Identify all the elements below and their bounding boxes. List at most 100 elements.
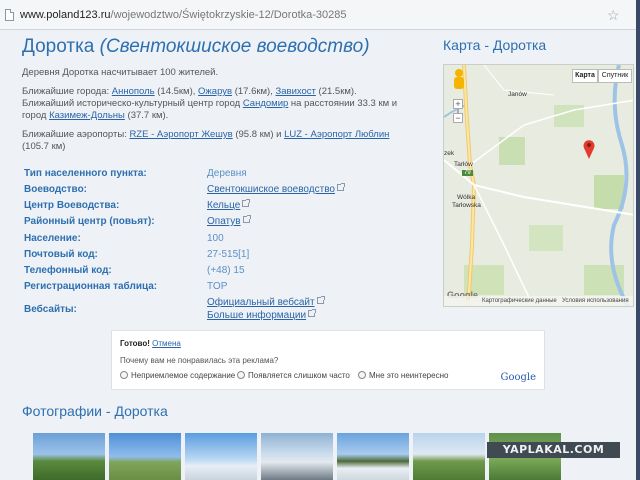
radio-button[interactable] (120, 371, 128, 379)
map-type-satellite-button[interactable]: Спутник (598, 69, 632, 83)
google-logo-text: Google (500, 372, 536, 383)
window-border-right (636, 30, 640, 480)
city2-distance: (17.6км), (232, 86, 276, 97)
photo-thumbnail[interactable] (261, 433, 333, 480)
fact-label-voivodeship: Воеводство: (24, 184, 88, 195)
ad-option-too-often[interactable]: Появляется слишком часто (237, 371, 350, 380)
airports-line2: (105.7 км) (22, 141, 66, 152)
fact-label-county: Районный центр (повьят): (24, 216, 155, 227)
fact-value-type: Деревня (207, 168, 247, 179)
page-title-name: Доротка (22, 36, 95, 57)
map-label-tarlowska: Tarłowska (452, 202, 481, 209)
fact-value-phone: (+48) 15 (207, 265, 245, 276)
city1-distance: (14.5км), (154, 86, 199, 97)
radio-button[interactable] (358, 371, 366, 379)
fact-label-type: Тип населенного пункта: (24, 168, 147, 179)
fact-label-plate: Регистрационная таблица: (24, 281, 158, 292)
external-link-icon (308, 309, 317, 317)
location-marker-icon[interactable] (583, 139, 595, 159)
window-border (636, 0, 640, 30)
cultural2-prefix: город (22, 110, 50, 121)
url-text[interactable]: www.poland123.ru/wojewodztwo/Świętokrzys… (20, 9, 347, 21)
radio-button[interactable] (237, 371, 245, 379)
county-link[interactable]: Опатув (207, 216, 241, 227)
watermark: YAPLAKAL.COM (487, 442, 620, 458)
pegman-icon[interactable] (452, 69, 466, 91)
page-title-region: (Свентокшиское воеводство) (99, 36, 370, 57)
page-title: Доротка (Свентокшиское воеводство) (22, 36, 370, 58)
more-info-link[interactable]: Больше информации (207, 310, 306, 321)
external-link-icon (336, 183, 345, 191)
city-link-annopol[interactable]: Аннополь (112, 86, 155, 97)
city-link-kazimierz[interactable]: Казимеж-Дольны (49, 110, 125, 121)
city-link-zavikhost[interactable]: Завихост (276, 86, 316, 97)
ad-done-label: Готово! (120, 339, 150, 348)
fact-value-postcode: 27-515[1] (207, 249, 250, 260)
fact-value-voivodeship: Свентокшиское воеводство (207, 183, 345, 195)
fact-label-postcode: Почтовый код: (24, 249, 98, 260)
map-canvas (444, 65, 633, 306)
map-label-zek: zek (444, 150, 455, 157)
city-link-ozharuv[interactable]: Ожарув (198, 86, 232, 97)
zoom-out-button[interactable]: − (453, 113, 463, 123)
cultural-prefix: Ближайший историческо-культурный центр г… (22, 98, 243, 109)
url-path: /wojewodztwo/Świętokrzyskie-12/Dorotka-3… (110, 9, 347, 21)
bookmark-star-icon[interactable]: ☆ (607, 7, 620, 24)
ad-option-inappropriate[interactable]: Неприемлемое содержание (120, 371, 235, 380)
map-widget[interactable]: + − Карта Спутник Janów zek Tarłów 79 Wó… (443, 64, 634, 307)
photos-title: Фотографии - Доротка (22, 403, 168, 419)
ad-option-label: Неприемлемое содержание (131, 371, 236, 380)
google-logo: Google (500, 372, 536, 383)
airport1-distance: (95.8 км) и (232, 129, 285, 140)
map-label-janow: Janów (508, 91, 527, 98)
airports-prefix: Ближайшие аэропорты: (22, 129, 130, 140)
nearby-prefix: Ближайшие города: (22, 86, 112, 97)
fact-label-population: Население: (24, 233, 81, 244)
photo-thumbnail[interactable] (185, 433, 257, 480)
airport-link-luz[interactable]: LUZ - Аэропорт Люблин (284, 129, 389, 140)
map-data-link[interactable]: Картографические данные (482, 296, 557, 306)
address-bar[interactable]: www.poland123.ru/wojewodztwo/Świętokrzys… (0, 0, 640, 30)
airport-link-rze[interactable]: RZE - Аэропорт Жешув (129, 129, 232, 140)
cultural2-suffix: (37.7 км). (124, 110, 169, 121)
voivodeship-link[interactable]: Свентокшиское воеводство (207, 184, 335, 195)
fact-value-center: Кельце (207, 199, 251, 211)
fact-label-websites: Вебсайты: (24, 304, 77, 315)
external-link-icon (242, 215, 251, 223)
page-icon (5, 9, 14, 21)
map-type-map-button[interactable]: Карта (572, 69, 598, 83)
map-terms-link[interactable]: Условия использования (562, 296, 629, 306)
url-domain: www.poland123.ru (20, 9, 111, 21)
ad-option-label: Мне это неинтересно (369, 371, 449, 380)
fact-value-county: Опатув (207, 215, 251, 227)
photo-thumbnail[interactable] (109, 433, 181, 480)
ad-feedback-box: Готово! Отмена Почему вам не понравилась… (111, 330, 545, 390)
fact-value-website-official: Официальный вебсайт (207, 296, 325, 308)
photo-thumbnail[interactable] (33, 433, 105, 480)
ad-cancel-link[interactable]: Отмена (152, 339, 181, 348)
ad-option-label: Появляется слишком часто (248, 371, 350, 380)
map-title: Карта - Доротка (443, 37, 547, 53)
external-link-icon (316, 296, 325, 304)
photo-thumbnail[interactable] (413, 433, 485, 480)
official-website-link[interactable]: Официальный вебсайт (207, 297, 315, 308)
map-label-wolka: Wólka (457, 194, 476, 201)
ad-done-row: Готово! Отмена (120, 339, 181, 348)
fact-value-population: 100 (207, 233, 224, 244)
ad-option-not-interested[interactable]: Мне это неинтересно (358, 371, 448, 380)
intro-text: Деревня Доротка насчитывает 100 жителей. (22, 67, 219, 78)
cultural-center-2: город Казимеж-Дольны (37.7 км). (22, 109, 168, 122)
cultural-suffix: на расстоянии 33.3 км и (288, 98, 398, 109)
center-link[interactable]: Кельце (207, 200, 240, 211)
fact-label-center: Центр Воеводства: (24, 200, 120, 211)
fact-value-website-more: Больше информации (207, 309, 317, 321)
airports: Ближайшие аэропорты: RZE - Аэропорт Жешу… (22, 128, 389, 141)
photo-thumbnail[interactable] (337, 433, 409, 480)
map-footer: Картографические данные Условия использо… (444, 296, 633, 306)
zoom-in-button[interactable]: + (453, 99, 463, 109)
external-link-icon (242, 199, 251, 207)
city-link-sandomir[interactable]: Сандомир (243, 98, 288, 109)
ad-question: Почему вам не понравилась эта реклама? (120, 356, 279, 365)
map-road-shield: 79 (462, 170, 473, 176)
map-label-tarlow: Tarłów (454, 161, 473, 168)
